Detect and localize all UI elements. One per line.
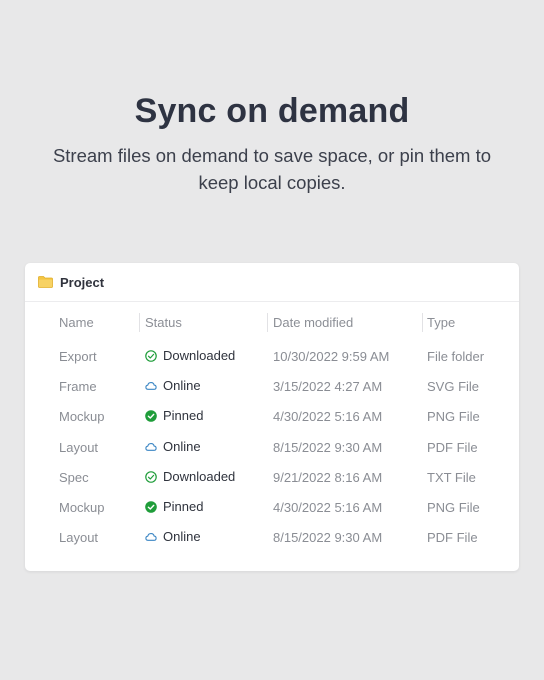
column-header-name[interactable]: Name [59,315,94,330]
file-type: PNG File [427,500,480,515]
file-status: Pinned [145,408,203,423]
file-status-label: Pinned [163,408,204,423]
file-status-label: Online [163,378,201,393]
file-name: Export [59,349,97,364]
file-date-modified: 9/21/2022 8:16 AM [273,470,383,485]
file-date-modified: 10/30/2022 9:59 AM [273,349,390,364]
column-header-date-modified[interactable]: Date modified [273,315,353,330]
file-date-modified: 3/15/2022 4:27 AM [273,379,383,394]
hero-subtitle: Stream files on demand to save space, or… [52,145,492,193]
file-status-label: Downloaded [163,348,236,363]
table-row[interactable]: Frame Online 3/15/2022 4:27 AM SVG File [25,372,519,400]
file-type: TXT File [427,470,476,485]
folder-name: Project [60,275,105,290]
file-name: Layout [59,440,99,455]
table-row[interactable]: Layout Online 8/15/2022 9:30 AM PDF File [25,433,519,461]
column-header-type[interactable]: Type [427,315,455,330]
column-divider[interactable] [139,313,140,332]
file-date-modified: 4/30/2022 5:16 AM [273,500,383,515]
column-divider[interactable] [267,313,268,332]
file-status-label: Online [163,439,201,454]
hero-title: Sync on demand [134,92,410,130]
file-status: Pinned [145,499,203,514]
column-header-status[interactable]: Status [145,315,182,330]
file-type: SVG File [427,379,480,394]
file-name: Mockup [59,500,105,515]
table-row[interactable]: Spec Downloaded 9/21/2022 8:16 AM TXT File [25,463,519,491]
check-circle-outline-icon [145,349,157,362]
file-type: File folder [427,349,485,364]
file-status: Downloaded [145,348,235,363]
file-name: Mockup [59,409,105,424]
file-status-label: Online [163,529,201,544]
check-circle-outline-icon [145,470,157,483]
file-status: Downloaded [145,469,235,484]
file-status-label: Downloaded [163,469,236,484]
column-divider[interactable] [422,313,423,332]
table-row[interactable]: Export Downloaded 10/30/2022 9:59 AM File f… [25,342,519,370]
folder-icon [38,276,53,288]
cloud-icon [145,381,157,390]
table-row[interactable]: Mockup Pinned 4/30/2022 5:16 AM PNG File [25,493,519,521]
file-type: PDF File [427,530,478,545]
file-type: PNG File [427,409,480,424]
file-date-modified: 8/15/2022 9:30 AM [273,530,383,545]
file-status-label: Pinned [163,499,204,514]
file-explorer-card: Project Name Status Date modified Type E… [25,263,519,571]
check-circle-filled-icon [145,500,157,513]
file-name: Layout [59,530,99,545]
explorer-header: Project [25,263,519,302]
file-date-modified: 4/30/2022 5:16 AM [273,409,383,424]
cloud-icon [145,442,157,451]
file-type: PDF File [427,440,478,455]
file-status: Online [145,439,201,454]
cloud-icon [145,532,157,541]
file-date-modified: 8/15/2022 9:30 AM [273,440,383,455]
table-row[interactable]: Layout Online 8/15/2022 9:30 AM PDF File [25,523,519,551]
table-row[interactable]: Mockup Pinned 4/30/2022 5:16 AM PNG File [25,402,519,430]
file-status: Online [145,529,201,544]
file-status: Online [145,378,201,393]
file-name: Frame [59,379,97,394]
file-name: Spec [59,470,89,485]
check-circle-filled-icon [145,409,157,422]
